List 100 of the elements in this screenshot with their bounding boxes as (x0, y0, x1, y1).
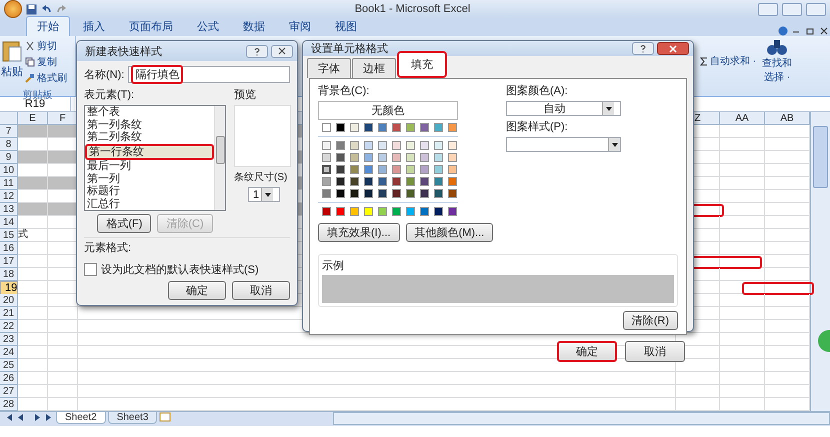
row-header[interactable]: 11 (0, 177, 18, 190)
color-swatch[interactable] (448, 153, 457, 162)
color-swatch[interactable] (322, 207, 331, 216)
row-header[interactable]: 24 (0, 346, 18, 359)
color-swatch[interactable] (322, 177, 331, 186)
ribbon-tab[interactable]: 数据 (232, 16, 276, 36)
save-icon[interactable] (26, 4, 37, 14)
dialog-tab[interactable]: 填充 (397, 51, 447, 78)
color-swatch[interactable] (364, 177, 373, 186)
color-swatch[interactable] (322, 153, 331, 162)
sheet-tab[interactable]: Sheet2 (56, 412, 106, 424)
ribbon-tab[interactable]: 页面布局 (118, 16, 184, 36)
name-field[interactable]: 隔行填色 (128, 66, 290, 83)
row-header[interactable]: 25 (0, 359, 18, 372)
color-swatch[interactable] (364, 123, 373, 132)
ribbon-tab[interactable]: 视图 (324, 16, 368, 36)
window-controls-icon[interactable] (790, 26, 830, 36)
color-swatch[interactable] (406, 165, 415, 174)
close-button[interactable] (271, 44, 293, 58)
list-item[interactable]: 标题行 (85, 185, 214, 198)
format-painter-button[interactable]: 格式刷 (25, 71, 67, 85)
color-swatch[interactable] (420, 207, 429, 216)
row-header[interactable]: 18 (0, 268, 18, 281)
row-header[interactable]: 27 (0, 385, 18, 398)
color-swatch[interactable] (364, 207, 373, 216)
row-header[interactable]: 22 (0, 320, 18, 333)
color-swatch[interactable] (336, 141, 345, 150)
color-swatch[interactable] (378, 189, 387, 198)
color-swatch[interactable] (392, 153, 401, 162)
list-scrollbar[interactable] (214, 106, 225, 210)
dialog-tab[interactable]: 边框 (352, 58, 396, 78)
color-swatch[interactable] (434, 207, 443, 216)
color-swatch[interactable] (350, 153, 359, 162)
format-button[interactable]: 格式(F) (97, 214, 152, 233)
color-swatch[interactable] (392, 177, 401, 186)
list-item[interactable]: 第一行条纹 (85, 144, 214, 160)
color-swatch[interactable] (378, 165, 387, 174)
sheet-tab[interactable]: Sheet3 (108, 412, 158, 424)
row-header[interactable]: 12 (0, 190, 18, 203)
row-header[interactable]: 9 (0, 151, 18, 164)
column-header[interactable]: F (48, 112, 78, 125)
color-swatch[interactable] (350, 207, 359, 216)
fill-effects-button[interactable]: 填充效果(I)... (318, 223, 400, 242)
list-item[interactable]: 整个表 (85, 106, 214, 118)
copy-button[interactable]: 复制 (25, 55, 67, 69)
list-item[interactable]: 汇总行 (85, 198, 214, 210)
restore-button[interactable] (782, 2, 802, 16)
redo-icon[interactable] (56, 4, 67, 14)
color-swatch[interactable] (336, 123, 345, 132)
color-swatch[interactable] (448, 141, 457, 150)
ok-button[interactable]: 确定 (168, 281, 226, 300)
color-swatch[interactable] (434, 165, 443, 174)
find-select-button[interactable]: 查找和 选择 · (762, 38, 792, 84)
color-swatch[interactable] (364, 165, 373, 174)
color-swatch[interactable] (406, 189, 415, 198)
cancel-button[interactable]: 取消 (625, 341, 685, 362)
color-swatch[interactable] (350, 141, 359, 150)
row-header[interactable]: 23 (0, 333, 18, 346)
help-button[interactable] (246, 44, 268, 58)
row-header[interactable]: 21 (0, 307, 18, 320)
more-colors-button[interactable]: 其他颜色(M)... (406, 223, 494, 242)
color-swatch[interactable] (434, 153, 443, 162)
color-swatch[interactable] (420, 165, 429, 174)
dialog-tab[interactable]: 字体 (307, 58, 351, 78)
ribbon-tab[interactable]: 插入 (72, 16, 116, 36)
color-swatch[interactable] (448, 123, 457, 132)
color-swatch[interactable] (406, 207, 415, 216)
color-swatch[interactable] (336, 207, 345, 216)
row-header[interactable]: 26 (0, 372, 18, 385)
horizontal-scrollbar[interactable] (333, 412, 830, 425)
color-swatch[interactable] (420, 141, 429, 150)
color-swatch[interactable] (406, 141, 415, 150)
column-header[interactable]: AA (720, 112, 765, 125)
row-header[interactable]: 13 (0, 203, 18, 216)
checkbox[interactable] (84, 263, 97, 276)
list-item[interactable]: 第一列 (85, 172, 214, 185)
color-swatch[interactable] (336, 153, 345, 162)
list-item[interactable]: 第二列条纹 (85, 131, 214, 144)
cut-button[interactable]: 剪切 (25, 39, 67, 53)
select-all-corner[interactable] (0, 112, 18, 125)
help-button[interactable] (632, 42, 654, 55)
pattern-style-select[interactable] (506, 137, 621, 152)
color-swatch[interactable] (378, 177, 387, 186)
color-swatch[interactable] (392, 207, 401, 216)
color-swatch[interactable] (420, 153, 429, 162)
list-item[interactable]: 第一列条纹 (85, 118, 214, 131)
color-swatch[interactable] (378, 207, 387, 216)
color-swatch[interactable] (322, 189, 331, 198)
row-header[interactable]: 17 (0, 255, 18, 268)
color-swatch[interactable] (434, 123, 443, 132)
color-swatch[interactable] (322, 123, 331, 132)
row-header[interactable]: 20 (0, 294, 18, 307)
office-button[interactable] (4, 0, 22, 18)
color-swatch[interactable] (420, 189, 429, 198)
column-header[interactable]: AB (765, 112, 810, 125)
row-header[interactable]: 7 (0, 125, 18, 138)
color-swatch[interactable] (392, 141, 401, 150)
color-swatch[interactable] (448, 165, 457, 174)
color-swatch[interactable] (392, 165, 401, 174)
color-swatch[interactable] (336, 177, 345, 186)
